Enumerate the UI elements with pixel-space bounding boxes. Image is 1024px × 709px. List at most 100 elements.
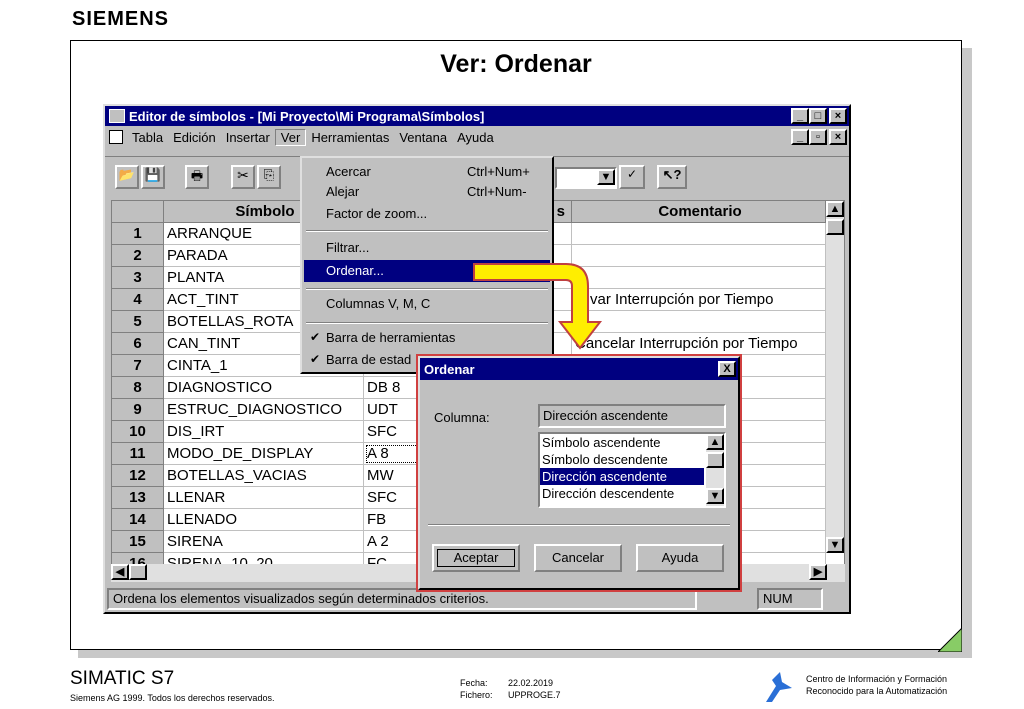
doc-close-button[interactable]: × (829, 129, 847, 145)
column-field[interactable]: Dirección ascendente (538, 404, 726, 428)
window-title: Editor de símbolos - [Mi Proyecto\Mi Pro… (129, 108, 485, 124)
footer-center-line1: Centro de Información y Formación (806, 674, 948, 684)
corner-triangle-icon (938, 628, 962, 652)
symbol-cell[interactable]: LLENAR (164, 487, 364, 509)
list-scroll-thumb[interactable] (706, 452, 724, 468)
comment-cell[interactable] (572, 311, 826, 333)
symbol-cell[interactable]: MODO_DE_DISPLAY (164, 443, 364, 465)
option-simbolo-desc[interactable]: Símbolo descendente (540, 451, 724, 468)
option-simbolo-asc[interactable]: Símbolo ascendente (540, 434, 724, 451)
symbol-cell[interactable]: BOTELLAS_VACIAS (164, 465, 364, 487)
row-number[interactable]: 9 (112, 399, 164, 421)
filter-icon[interactable]: ✓ (619, 165, 645, 189)
minimize-button[interactable]: _ (791, 108, 809, 124)
slide-title: Ver: Ordenar (440, 50, 592, 78)
row-number[interactable]: 10 (112, 421, 164, 443)
comment-cell[interactable]: Cancelar Interrupción por Tiempo (572, 333, 826, 355)
menu-item-acercar[interactable]: Acercar (326, 162, 371, 182)
row-number[interactable]: 12 (112, 465, 164, 487)
symbol-cell[interactable]: DIS_IRT (164, 421, 364, 443)
siemens-logo: SIEMENS (72, 8, 170, 30)
menu-item-ordenar[interactable]: Ordenar... (326, 261, 384, 281)
scroll-right-icon[interactable]: ▶ (809, 564, 827, 580)
help-pointer-icon[interactable]: ↖? (657, 165, 687, 189)
footer-copyright: Siemens AG 1999. Todos los derechos rese… (70, 693, 275, 703)
row-number[interactable]: 2 (112, 245, 164, 267)
cancel-button[interactable]: Cancelar (534, 544, 622, 572)
accept-button[interactable]: Aceptar (432, 544, 520, 572)
menu-ventana[interactable]: Ventana (394, 130, 452, 145)
menu-edicion[interactable]: Edición (168, 130, 221, 145)
hscroll-thumb[interactable] (129, 564, 147, 580)
list-scroll-up-icon[interactable]: ▲ (706, 434, 724, 450)
menu-ver[interactable]: Ver (274, 128, 307, 146)
doc-minimize-button[interactable]: _ (791, 129, 809, 145)
row-number[interactable]: 3 (112, 267, 164, 289)
cut-icon[interactable]: ✂ (231, 165, 255, 189)
row-number[interactable]: 13 (112, 487, 164, 509)
footer-file-label: Fichero: (460, 690, 493, 700)
symbol-cell[interactable]: LLENADO (164, 509, 364, 531)
row-number[interactable]: 1 (112, 223, 164, 245)
row-number[interactable]: 6 (112, 333, 164, 355)
open-icon[interactable]: 📂 (115, 165, 139, 189)
menu-item-filtrar[interactable]: Filtrar... (326, 238, 369, 258)
check-icon: ✔ (310, 330, 321, 344)
option-direccion-desc[interactable]: Dirección descendente (540, 485, 724, 502)
scroll-up-icon[interactable]: ▲ (826, 201, 844, 217)
menu-item-barra-herramientas[interactable]: Barra de herramientas (326, 328, 455, 348)
help-button[interactable]: Ayuda (636, 544, 724, 572)
maximize-button[interactable]: □ (809, 108, 827, 124)
scroll-left-icon[interactable]: ◀ (111, 564, 129, 580)
footer-date-label: Fecha: (460, 678, 488, 688)
vertical-scrollbar[interactable]: ▲ ▼ (826, 201, 844, 553)
menu-item-factor-zoom[interactable]: Factor de zoom... (326, 204, 427, 224)
menu-herramientas[interactable]: Herramientas (306, 130, 394, 145)
copy-icon[interactable]: ⎘ (257, 165, 281, 189)
row-number[interactable]: 14 (112, 509, 164, 531)
column-listbox[interactable]: Símbolo ascendente Símbolo descendente D… (538, 432, 726, 508)
scroll-thumb[interactable] (826, 219, 844, 235)
footer-center-line2: Reconocido para la Automatización (806, 686, 948, 696)
save-icon[interactable]: 💾 (141, 165, 165, 189)
row-number[interactable]: 11 (112, 443, 164, 465)
row-number[interactable]: 8 (112, 377, 164, 399)
row-number[interactable]: 4 (112, 289, 164, 311)
comment-cell[interactable] (572, 267, 826, 289)
menu-tabla[interactable]: Tabla (127, 130, 168, 145)
comment-cell[interactable] (572, 245, 826, 267)
row-number[interactable]: 5 (112, 311, 164, 333)
listbox-scrollbar[interactable]: ▲ ▼ (706, 434, 724, 506)
footer-date-value: 22.02.2019 (508, 678, 554, 688)
print-icon[interactable]: 🖶 (185, 165, 209, 189)
doc-restore-button[interactable]: ▫ (809, 129, 827, 145)
symbol-cell[interactable]: DIAGNOSTICO (164, 377, 364, 399)
menu-item-alejar[interactable]: Alejar (326, 182, 359, 202)
comment-cell[interactable]: ctivar Interrupción por Tiempo (572, 289, 826, 311)
ordenar-dialog: Ordenar X Columna: Dirección ascendente … (418, 356, 740, 590)
dialog-close-button[interactable]: X (718, 361, 736, 377)
menu-insertar[interactable]: Insertar (221, 130, 275, 145)
dialog-titlebar: Ordenar X (420, 358, 738, 380)
filter-combo[interactable]: ▼ (555, 167, 617, 189)
combo-arrow-icon[interactable]: ▼ (597, 169, 615, 185)
row-number[interactable]: 7 (112, 355, 164, 377)
table-corner[interactable] (112, 201, 164, 223)
menu-item-barra-estado[interactable]: Barra de estad (326, 350, 411, 370)
footer-file-value: UPPROGE.7 (508, 690, 561, 700)
check-icon: ✔ (310, 352, 321, 366)
scroll-down-icon[interactable]: ▼ (826, 537, 844, 553)
arrow-icon (473, 263, 603, 350)
app-icon (109, 109, 125, 123)
list-scroll-down-icon[interactable]: ▼ (706, 488, 724, 504)
option-direccion-asc[interactable]: Dirección ascendente (540, 468, 704, 485)
symbol-cell[interactable]: SIRENA (164, 531, 364, 553)
column-label: Columna: (434, 410, 490, 425)
menu-item-columnas[interactable]: Columnas V, M, C (326, 294, 430, 314)
row-number[interactable]: 15 (112, 531, 164, 553)
close-button[interactable]: × (829, 108, 847, 124)
symbol-cell[interactable]: ESTRUC_DIAGNOSTICO (164, 399, 364, 421)
menu-ayuda[interactable]: Ayuda (452, 130, 499, 145)
column-header-comentario[interactable]: Comentario (572, 201, 826, 223)
comment-cell[interactable] (572, 223, 826, 245)
